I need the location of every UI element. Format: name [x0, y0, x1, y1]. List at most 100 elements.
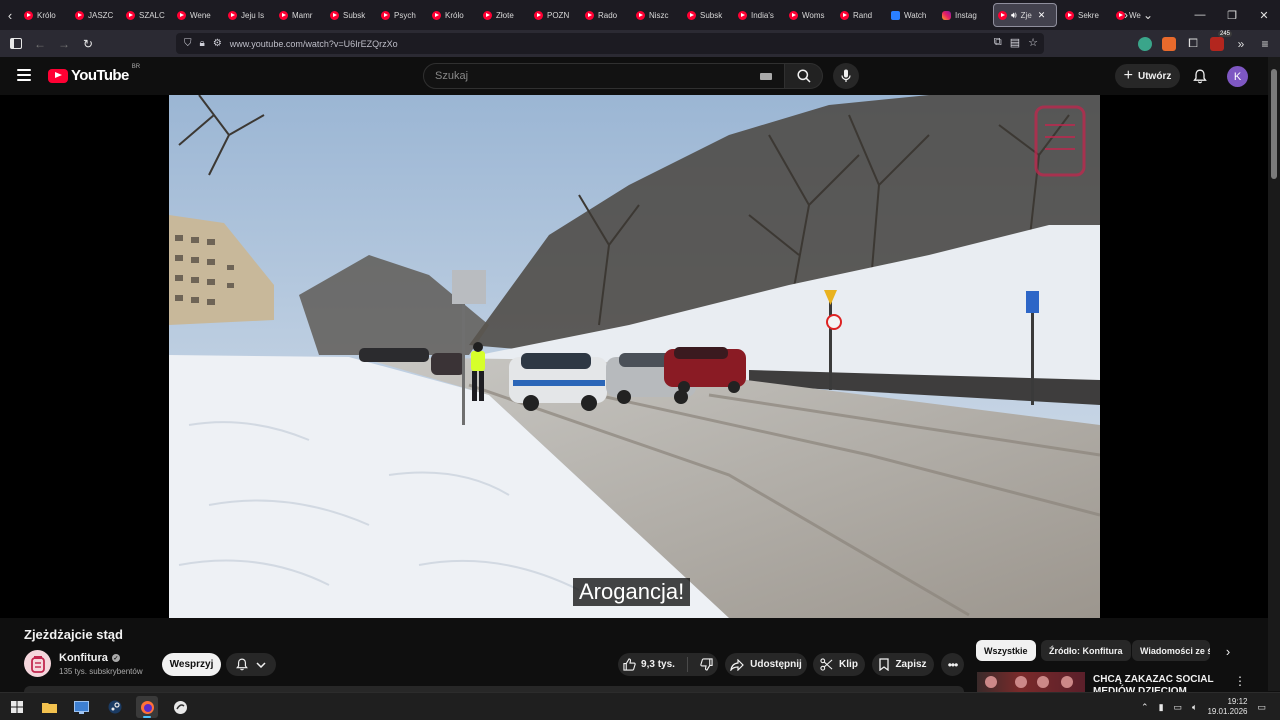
- browser-tab[interactable]: Królo: [428, 0, 479, 30]
- browser-tab[interactable]: Watch: [887, 0, 938, 30]
- picture-in-picture-icon[interactable]: ⧉: [994, 36, 1002, 49]
- channel-name[interactable]: Konfitura ✓: [59, 652, 120, 664]
- browser-tab[interactable]: POZN: [530, 0, 581, 30]
- windows-start-icon[interactable]: [6, 696, 28, 718]
- recommended-video-thumbnail[interactable]: [977, 672, 1085, 692]
- browser-tab[interactable]: Złote: [479, 0, 530, 30]
- volume-icon[interactable]: 🔈︎: [1192, 702, 1197, 713]
- tab-scroll-right-icon[interactable]: ›: [1116, 0, 1136, 30]
- clock[interactable]: 19:12 19.01.2026: [1207, 697, 1247, 717]
- guide-menu-icon[interactable]: [17, 69, 31, 81]
- search-input[interactable]: Szukaj: [423, 63, 785, 89]
- save-button[interactable]: Zapisz: [872, 653, 934, 676]
- video-frame[interactable]: [169, 95, 1100, 618]
- more-actions-button[interactable]: •••: [941, 653, 964, 676]
- browser-tab[interactable]: Woms: [785, 0, 836, 30]
- reader-view-icon[interactable]: ▤: [1010, 36, 1020, 49]
- back-icon[interactable]: ←: [28, 32, 52, 56]
- scrollbar-thumb[interactable]: [1271, 69, 1277, 179]
- video-player[interactable]: Arogancja!: [0, 95, 1268, 618]
- extension-shield-icon[interactable]: [1138, 36, 1152, 51]
- browser-tab[interactable]: Królo: [20, 0, 71, 30]
- url-text[interactable]: www.youtube.com/watch?v=U6IrEZQrzXo: [230, 39, 398, 49]
- browser-tab-active[interactable]: 🔊︎ Zje ✕: [993, 3, 1057, 27]
- reload-icon[interactable]: ↻: [76, 32, 100, 56]
- steam-icon[interactable]: [104, 696, 126, 718]
- scissors-icon: [820, 658, 833, 671]
- browser-tab[interactable]: Jeju Is: [224, 0, 275, 30]
- permissions-icon[interactable]: ⚙: [213, 38, 222, 49]
- clip-button[interactable]: Klip: [813, 653, 865, 676]
- extensions-puzzle-icon[interactable]: ⧠: [1186, 36, 1200, 51]
- extension-fox-icon[interactable]: [1162, 36, 1176, 51]
- file-explorer-icon[interactable]: [38, 696, 60, 718]
- wireguard-icon[interactable]: [169, 696, 191, 718]
- channel-name-text[interactable]: Konfitura: [59, 652, 108, 664]
- browser-tab[interactable]: Mamr: [275, 0, 326, 30]
- browser-tab[interactable]: Rado: [581, 0, 632, 30]
- tab-label: Subsk: [700, 10, 723, 20]
- tracking-shield-icon[interactable]: ⛉: [184, 38, 192, 49]
- browser-tab[interactable]: Rand: [836, 0, 887, 30]
- close-window-icon[interactable]: ✕: [1248, 9, 1280, 22]
- extension-badge-count: 245: [1217, 30, 1232, 37]
- firefox-icon[interactable]: [136, 696, 158, 718]
- search-button[interactable]: [785, 63, 823, 89]
- browser-tab[interactable]: Subsk: [683, 0, 734, 30]
- youtube-play-icon: [48, 68, 68, 83]
- minimize-icon[interactable]: —: [1184, 9, 1216, 21]
- share-button[interactable]: Udostępnij: [725, 653, 807, 676]
- network-icon[interactable]: ▭: [1174, 702, 1183, 713]
- channel-avatar[interactable]: [24, 650, 51, 677]
- tab-label: India's: [751, 10, 774, 20]
- browser-tab[interactable]: SZALC: [122, 0, 173, 30]
- speaker-icon[interactable]: 🔊︎: [1011, 10, 1017, 21]
- recommended-video-menu-icon[interactable]: ⋮: [1234, 674, 1246, 688]
- extension-ublock-icon[interactable]: 245: [1210, 30, 1232, 51]
- tab-label: Jeju Is: [241, 10, 265, 20]
- page-scrollbar[interactable]: [1268, 57, 1280, 691]
- browser-tab[interactable]: JASZC: [71, 0, 122, 30]
- overflow-menu-chevrons-icon[interactable]: »: [1234, 37, 1248, 51]
- browser-tab[interactable]: Psych: [377, 0, 428, 30]
- chip-news[interactable]: Wiadomości ze ś: [1132, 640, 1210, 661]
- close-tab-icon[interactable]: ✕: [1038, 10, 1046, 21]
- bookmark-star-icon[interactable]: ☆: [1028, 36, 1038, 49]
- sidebar-toggle-icon[interactable]: [4, 32, 28, 56]
- voice-search-button[interactable]: [833, 63, 859, 89]
- like-button[interactable]: 9,3 tys.: [623, 658, 675, 671]
- browser-tab[interactable]: Niszc: [632, 0, 683, 30]
- restore-icon[interactable]: ❐: [1216, 9, 1248, 22]
- account-avatar[interactable]: K: [1227, 66, 1248, 87]
- tab-label: Sekre: [1078, 10, 1099, 20]
- window-controls: — ❐ ✕: [1184, 0, 1280, 30]
- notifications-button[interactable]: [1190, 66, 1210, 86]
- support-button[interactable]: Wesprzyj: [162, 653, 221, 676]
- recommended-video-title[interactable]: CHCĄ ZAKAZAĆ SOCIAL MEDIÓW DZIECIOM: [1093, 674, 1223, 692]
- notifications-icon[interactable]: ▭: [1257, 702, 1266, 713]
- browser-tab[interactable]: Instag: [938, 0, 989, 30]
- address-bar[interactable]: ⛉ 🔒︎ ⚙ www.youtube.com/watch?v=U6IrEZQrz…: [176, 33, 1044, 54]
- lock-icon[interactable]: 🔒︎: [200, 38, 205, 49]
- meta-icon: [891, 10, 900, 20]
- tray-chevron-up-icon[interactable]: ⌃: [1141, 702, 1149, 713]
- tab-list-menu-icon[interactable]: ⌄: [1138, 0, 1158, 30]
- chip-source-channel[interactable]: Źródło: Konfitura: [1041, 640, 1131, 661]
- forward-icon[interactable]: →: [52, 32, 76, 56]
- chip-all[interactable]: Wszystkie: [976, 640, 1036, 661]
- control-panel-icon[interactable]: [70, 696, 92, 718]
- create-button[interactable]: + Utwórz: [1115, 64, 1180, 88]
- subscription-notifications-button[interactable]: [226, 653, 276, 676]
- tab-scroll-left-icon[interactable]: ‹: [0, 0, 20, 30]
- app-menu-icon[interactable]: ≡: [1258, 37, 1272, 51]
- youtube-logo[interactable]: YouTube BR: [48, 64, 140, 84]
- dislike-button[interactable]: [700, 658, 713, 671]
- browser-tab[interactable]: India's: [734, 0, 785, 30]
- chevron-right-icon[interactable]: ›: [1220, 642, 1236, 660]
- browser-tab[interactable]: Sekre: [1061, 0, 1112, 30]
- tray-app-icon[interactable]: ▮: [1159, 702, 1164, 713]
- browser-tab[interactable]: Subsk: [326, 0, 377, 30]
- browser-tab[interactable]: Wene: [173, 0, 224, 30]
- keyboard-icon[interactable]: [760, 73, 772, 80]
- tab-label: Subsk: [343, 10, 366, 20]
